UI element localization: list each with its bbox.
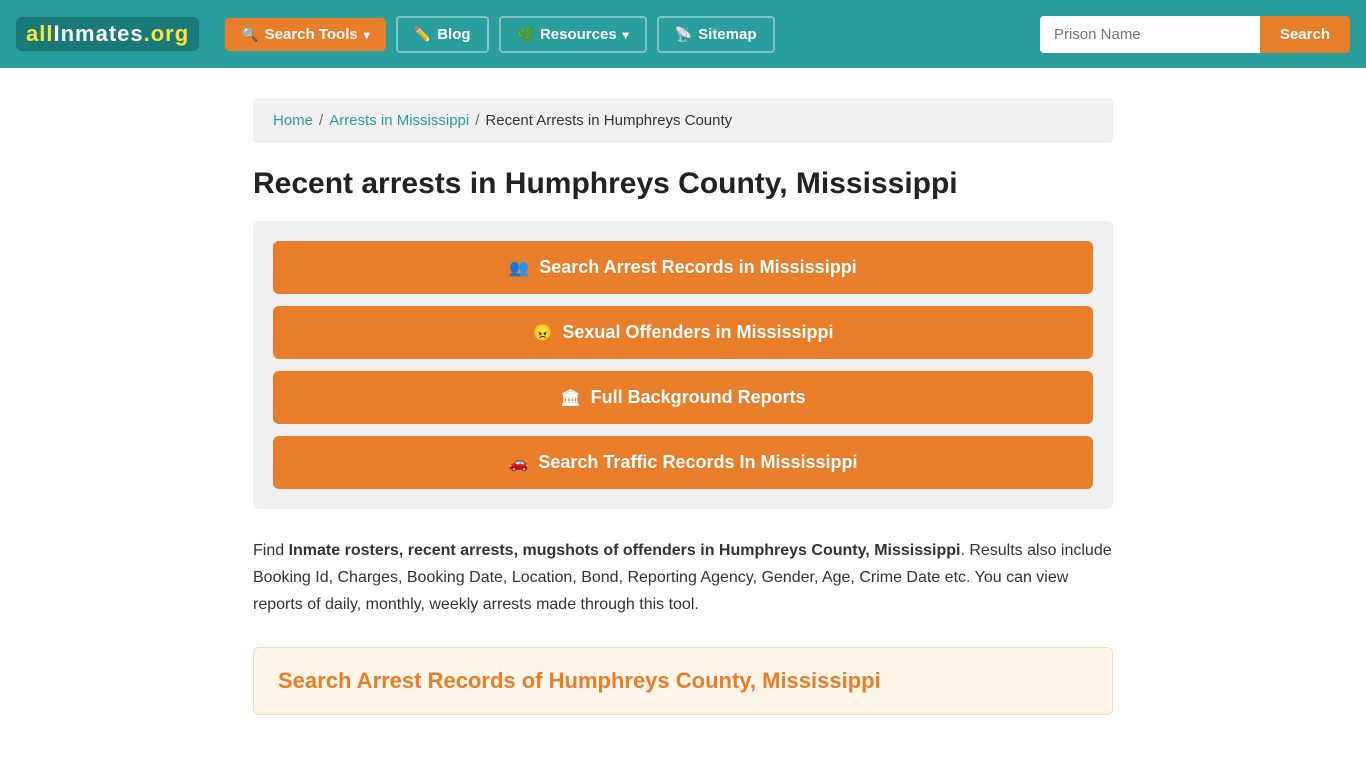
breadcrumb-sep-1: / [319, 112, 323, 129]
search-records-section: Search Arrest Records of Humphreys Count… [253, 647, 1113, 715]
users-icon [509, 257, 529, 278]
resources-icon [517, 26, 534, 43]
chevron-down-icon-2 [623, 26, 629, 43]
search-arrest-button[interactable]: Search Arrest Records in Mississippi [273, 241, 1093, 294]
navbar: allInmates.org Search Tools Blog Resourc… [0, 0, 1366, 68]
car-icon [508, 452, 528, 473]
resources-button[interactable]: Resources [499, 16, 647, 53]
background-reports-button[interactable]: Full Background Reports [273, 371, 1093, 424]
chevron-down-icon [364, 26, 370, 43]
description-bold: Inmate rosters, recent arrests, mugshots… [289, 542, 961, 559]
breadcrumb: Home / Arrests in Mississippi / Recent A… [273, 112, 1093, 129]
sitemap-icon [675, 26, 692, 43]
background-reports-label: Full Background Reports [591, 387, 806, 408]
main-content: Home / Arrests in Mississippi / Recent A… [233, 98, 1133, 715]
sitemap-label: Sitemap [698, 26, 756, 43]
sexual-offenders-label: Sexual Offenders in Mississippi [562, 322, 833, 343]
search-button-label: Search [1280, 26, 1330, 43]
breadcrumb-current: Recent Arrests in Humphreys County [485, 112, 732, 129]
page-title: Recent arrests in Humphreys County, Miss… [253, 167, 1113, 201]
sitemap-button[interactable]: Sitemap [657, 16, 775, 53]
logo[interactable]: allInmates.org [16, 17, 199, 51]
prison-search-input[interactable] [1040, 16, 1260, 53]
search-arrest-label: Search Arrest Records in Mississippi [539, 257, 856, 278]
breadcrumb-home[interactable]: Home [273, 112, 313, 129]
search-icon [241, 26, 258, 43]
breadcrumb-arrests-ms[interactable]: Arrests in Mississippi [329, 112, 469, 129]
traffic-records-label: Search Traffic Records In Mississippi [538, 452, 857, 473]
blog-button[interactable]: Blog [396, 16, 489, 53]
blog-label: Blog [437, 26, 470, 43]
traffic-records-button[interactable]: Search Traffic Records In Mississippi [273, 436, 1093, 489]
search-tools-label: Search Tools [265, 26, 358, 43]
building-icon [560, 387, 580, 408]
breadcrumb-sep-2: / [475, 112, 479, 129]
prison-search-area: Search [1040, 16, 1350, 53]
sexual-offenders-button[interactable]: Sexual Offenders in Mississippi [273, 306, 1093, 359]
actions-card: Search Arrest Records in Mississippi Sex… [253, 221, 1113, 509]
description-prefix: Find [253, 542, 289, 559]
breadcrumb-container: Home / Arrests in Mississippi / Recent A… [253, 98, 1113, 143]
resources-label: Resources [540, 26, 617, 43]
search-records-title: Search Arrest Records of Humphreys Count… [278, 668, 1088, 694]
offender-icon [532, 322, 552, 343]
prison-search-button[interactable]: Search [1260, 16, 1350, 53]
search-tools-button[interactable]: Search Tools [225, 18, 386, 51]
description: Find Inmate rosters, recent arrests, mug… [253, 537, 1113, 619]
blog-icon [414, 26, 431, 43]
